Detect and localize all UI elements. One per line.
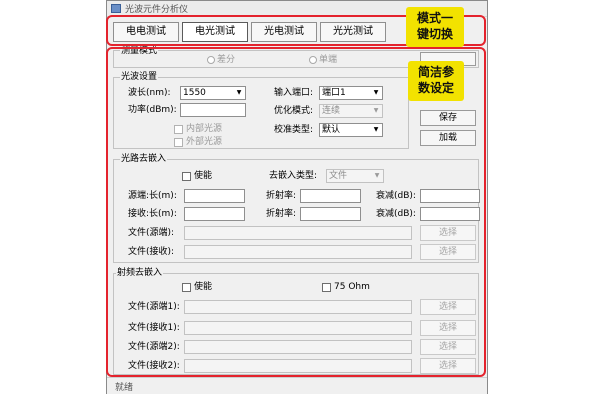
rf-deembed-group: 射频去嵌入 使能 75 Ohm 文件(源端1): 选择 文件(接收1): 选择 … [113,267,479,375]
rf-file-source1-select-button[interactable]: 选择 [420,299,476,315]
optical-deembed-enable-label: 使能 [194,171,213,181]
receive-loss-label: 衰减(dB): [376,209,416,219]
tab-oe-test[interactable]: 光电测试 [251,22,317,42]
radio-single-ended-label: 单端 [319,55,338,65]
mode-switch-callout-line2: 键切换 [416,27,453,41]
load-button[interactable]: 加载 [420,130,476,146]
deembed-type-label: 去嵌入类型: [269,171,318,181]
tab-eo-test[interactable]: 电光测试 [182,22,248,42]
rf-file-source1-input[interactable] [184,300,412,314]
file-source-select-button[interactable]: 选择 [420,225,476,241]
power-input[interactable] [180,103,246,117]
power-label: 功率(dBm): [128,105,177,115]
receive-loss-input[interactable] [420,207,480,221]
source-index-label: 折射率: [266,191,297,201]
deembed-type-value: 文件 [329,171,348,181]
app-window: 光波元件分析仪 电电测试 电光测试 光电测试 光光测试 测量模式 差分 单端 光… [106,0,488,394]
status-bar: 就绪 [107,377,487,394]
wavelength-label: 波长(nm): [128,88,171,98]
status-text: 就绪 [115,383,134,393]
receive-index-input[interactable] [300,207,361,221]
rf-file-receive2-input[interactable] [184,359,412,373]
param-setting-callout-line1: 简洁参 [417,65,454,79]
param-setting-callout: 简洁参 数设定 [408,61,464,101]
radio-single-ended[interactable] [309,56,317,64]
file-receive-select-button[interactable]: 选择 [420,244,476,260]
optical-deembed-title: 光路去嵌入 [120,153,168,165]
optimize-mode-label: 优化模式: [274,106,314,116]
external-source-label: 外部光源 [186,137,223,147]
rf-file-source2-label: 文件(源端2): [128,342,180,352]
receive-index-label: 折射率: [266,209,297,219]
optical-setting-group: 光波设置 波长(nm): 1550 ▼ 功率(dBm): 内部光源 外部光源 输… [113,71,409,149]
file-source-label: 文件(源端): [128,228,175,238]
wavelength-select[interactable]: 1550 ▼ [180,86,246,100]
radio-differential-label: 差分 [217,55,236,65]
chevron-down-icon: ▼ [373,107,379,114]
input-port-value: 端口1 [322,88,346,98]
file-receive-label: 文件(接收): [128,247,175,257]
receive-length-label: 接收:长(m): [128,209,177,219]
rf-file-source2-input[interactable] [184,340,412,354]
radio-differential[interactable] [207,56,215,64]
ohm75-checkbox[interactable] [322,283,331,292]
calibration-type-label: 校准类型: [274,125,314,135]
save-button[interactable]: 保存 [420,110,476,126]
source-loss-input[interactable] [420,189,480,203]
deembed-type-select[interactable]: 文件 ▼ [326,169,384,183]
source-length-input[interactable] [184,189,245,203]
file-source-input[interactable] [184,226,412,240]
optical-deembed-enable-checkbox[interactable] [182,172,191,181]
mode-switch-callout-line1: 模式一 [416,11,453,25]
rf-file-source1-label: 文件(源端1): [128,302,180,312]
rf-deembed-title: 射频去嵌入 [116,267,164,279]
rf-file-source2-select-button[interactable]: 选择 [420,339,476,355]
optimize-mode-value: 连续 [322,106,341,116]
external-source-checkbox[interactable] [174,138,183,147]
input-port-label: 输入端口: [274,88,314,98]
wavelength-value: 1550 [183,88,206,98]
rf-deembed-enable-checkbox[interactable] [182,283,191,292]
chevron-down-icon: ▼ [373,89,379,96]
chevron-down-icon: ▼ [374,172,380,179]
rf-file-receive1-select-button[interactable]: 选择 [420,320,476,336]
tab-oo-test[interactable]: 光光测试 [320,22,386,42]
optimize-mode-select[interactable]: 连续 ▼ [319,104,383,118]
mode-switch-callout: 模式一 键切换 [406,7,464,47]
chevron-down-icon: ▼ [373,126,379,133]
rf-deembed-enable-label: 使能 [194,282,213,292]
measure-mode-title: 测量模式 [120,45,159,57]
internal-source-label: 内部光源 [186,124,223,134]
app-icon [111,4,121,13]
source-loss-label: 衰减(dB): [376,191,416,201]
optical-deembed-group: 光路去嵌入 使能 去嵌入类型: 文件 ▼ 源端:长(m): 折射率: 衰减(dB… [113,153,480,263]
window-title: 光波元件分析仪 [125,5,189,15]
input-port-select[interactable]: 端口1 ▼ [319,86,383,100]
rf-file-receive1-label: 文件(接收1): [128,323,180,333]
param-setting-callout-line2: 数设定 [417,81,454,95]
chevron-down-icon: ▼ [236,89,242,96]
tab-ee-test[interactable]: 电电测试 [113,22,179,42]
ohm75-label: 75 Ohm [334,282,370,292]
rf-file-receive1-input[interactable] [184,321,412,335]
calibration-type-select[interactable]: 默认 ▼ [319,123,383,137]
file-receive-input[interactable] [184,245,412,259]
rf-file-receive2-label: 文件(接收2): [128,361,180,371]
receive-length-input[interactable] [184,207,245,221]
internal-source-checkbox[interactable] [174,125,183,134]
calibration-type-value: 默认 [322,125,341,135]
optical-setting-title: 光波设置 [120,71,159,83]
rf-file-receive2-select-button[interactable]: 选择 [420,358,476,374]
source-length-label: 源端:长(m): [128,191,177,201]
source-index-input[interactable] [300,189,361,203]
